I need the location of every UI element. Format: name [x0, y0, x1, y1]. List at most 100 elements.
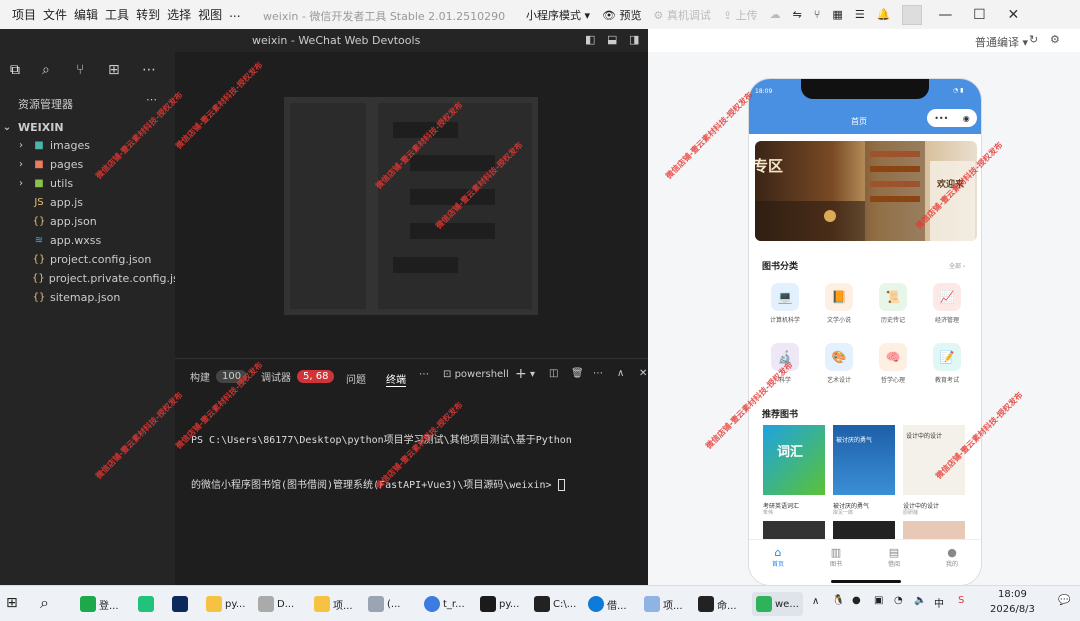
maximize-button[interactable]: ☐ — [968, 7, 990, 23]
close-button[interactable]: ✕ — [1002, 7, 1024, 23]
avatar[interactable] — [902, 4, 923, 25]
tab-mine[interactable]: ● 我的 — [937, 546, 967, 568]
chevron-up-icon[interactable]: ∧ — [617, 368, 624, 379]
tree-item-sitemap[interactable]: {} sitemap.json — [0, 288, 175, 306]
phone-simulator[interactable]: 18:09 ◔ ▮ 首页 ••• ◉ 专区 欢迎来 图书分类 全部 › 💻 计算机科… — [748, 78, 982, 586]
preview-button[interactable]: 👁 预览 — [602, 7, 641, 23]
qq-icon[interactable]: 🐧 — [832, 595, 844, 606]
tree-item-app-json[interactable]: {} app.json — [0, 212, 175, 230]
notification-icon[interactable]: 💬 — [1058, 595, 1070, 606]
taskbar-app[interactable]: (... — [368, 592, 400, 616]
extensions-icon[interactable]: ⊞ — [108, 62, 120, 78]
source-control-icon[interactable]: ⑂ — [76, 62, 84, 78]
book-cover[interactable]: 词汇 — [763, 425, 825, 495]
taskbar-app[interactable]: t_r... — [424, 592, 465, 616]
taskbar-app[interactable]: 借... — [588, 592, 627, 616]
category-economics[interactable]: 📈 经济管理 — [923, 283, 971, 324]
category-literature[interactable]: 📙 文学小说 — [815, 283, 863, 324]
branch-icon[interactable]: ⑂ — [814, 8, 821, 21]
menu-goto[interactable]: 转到 — [136, 6, 160, 23]
tree-item-pages[interactable]: › ■ pages — [0, 155, 175, 173]
more-icon[interactable]: ••• — [934, 114, 948, 123]
tree-item-project-config[interactable]: {} project.config.json — [0, 250, 175, 268]
ime-icon[interactable]: 中 — [934, 595, 944, 610]
menu-view[interactable]: 视图 — [198, 6, 222, 23]
volume-icon[interactable]: 🔈 — [914, 595, 926, 606]
terminal-shell[interactable]: ⊡ powershell — [443, 369, 509, 380]
taskbar-app[interactable]: py... — [206, 592, 245, 616]
upload-button[interactable]: ⇪ 上传 — [723, 7, 758, 23]
explorer-more-icon[interactable]: ⋯ — [146, 93, 157, 106]
menu-select[interactable]: 选择 — [167, 6, 191, 23]
taskbar-app[interactable]: D... — [258, 592, 294, 616]
book-cover[interactable] — [903, 521, 965, 539]
bell-icon[interactable]: 🔔 — [877, 8, 891, 21]
mode-select[interactable]: 小程序模式 ▾ — [526, 7, 590, 23]
menu-file[interactable]: 文件 — [43, 6, 67, 23]
switch-icon[interactable]: ⇋ — [793, 8, 802, 21]
add-terminal-icon[interactable]: + — [515, 366, 527, 382]
refresh-icon[interactable]: ↻ — [1029, 33, 1038, 46]
categories-more-link[interactable]: 全部 › — [949, 261, 965, 270]
tab-terminal[interactable]: 终端 — [386, 371, 406, 387]
book-cover[interactable] — [763, 521, 825, 539]
split-terminal-icon[interactable]: ◫ — [549, 368, 558, 379]
tab-home[interactable]: ⌂ 首页 — [763, 546, 793, 568]
settings-icon[interactable]: ⚙ — [1050, 33, 1060, 46]
trash-icon[interactable]: 🗑 — [571, 368, 584, 379]
tab-problems[interactable]: 问题 — [346, 371, 366, 386]
chevron-down-icon[interactable]: ▾ — [530, 369, 535, 380]
menu-icon[interactable]: ☰ — [855, 8, 865, 21]
capsule-menu[interactable]: ••• ◉ — [927, 109, 977, 127]
split-left-icon[interactable]: ◧ — [585, 33, 595, 46]
tree-item-utils[interactable]: › ■ utils — [0, 174, 175, 192]
more-icon[interactable]: ⋯ — [593, 368, 603, 379]
wps-icon[interactable]: S — [958, 595, 964, 606]
menu-project[interactable]: 项目 — [12, 6, 36, 23]
layout-icon[interactable]: ▦ — [832, 8, 842, 21]
category-computer[interactable]: 💻 计算机科学 — [761, 283, 809, 324]
compile-select[interactable]: 普通编译 ▾ — [975, 34, 1028, 50]
taskbar-app[interactable]: 命... — [698, 592, 737, 616]
tab-borrow[interactable]: ▤ 借阅 — [879, 546, 909, 568]
book-cover[interactable]: 被讨厌的勇气 — [833, 425, 895, 495]
tree-item-project-private-config[interactable]: {} project.private.config.js... — [0, 269, 189, 287]
taskbar-app[interactable] — [138, 592, 154, 616]
minimize-button[interactable]: — — [934, 7, 956, 23]
more-icon[interactable]: ⋯ — [142, 62, 156, 78]
search-icon[interactable]: ⌕ — [40, 593, 49, 613]
search-icon[interactable]: ⌕ — [42, 62, 50, 78]
banner-carousel[interactable]: 专区 欢迎来 — [755, 141, 977, 241]
menu-tools[interactable]: 工具 — [105, 6, 129, 23]
taskbar-app[interactable]: C:\... — [534, 592, 576, 616]
wifi-icon[interactable]: ◔ — [894, 595, 903, 606]
book-cover[interactable] — [833, 521, 895, 539]
clock-time[interactable]: 18:09 — [998, 589, 1027, 600]
tree-item-images[interactable]: › ■ images — [0, 136, 175, 154]
category-philosophy[interactable]: 🧠 哲学心理 — [869, 343, 917, 384]
category-art[interactable]: 🎨 艺术设计 — [815, 343, 863, 384]
taskbar-app[interactable]: 登... — [80, 592, 119, 616]
taskbar-app[interactable] — [172, 592, 188, 616]
chevron-up-icon[interactable]: ∧ — [812, 596, 819, 607]
tab-books[interactable]: ▥ 图书 — [821, 546, 851, 568]
tree-item-app-js[interactable]: JS app.js — [0, 193, 175, 211]
menu-more[interactable]: ... — [229, 6, 240, 23]
files-icon[interactable]: ⧉ — [10, 62, 20, 78]
tab-debugger[interactable]: 调试器 5, 68 — [261, 369, 335, 384]
menu-edit[interactable]: 编辑 — [74, 6, 98, 23]
terminal-output[interactable]: PS C:\Users\86177\Desktop\python项目学习测试\其… — [191, 403, 572, 523]
taskbar-app[interactable]: 项... — [644, 592, 683, 616]
taskbar-app[interactable]: 项... — [314, 592, 353, 616]
taskbar-app[interactable]: py... — [480, 592, 519, 616]
real-debug-button[interactable]: ⚙ 真机调试 — [654, 7, 711, 23]
tree-item-app-wxss[interactable]: ≋ app.wxss — [0, 231, 175, 249]
category-education[interactable]: 📝 教育考试 — [923, 343, 971, 384]
tray-icon[interactable]: ● — [852, 595, 861, 606]
record-icon[interactable]: ◉ — [963, 114, 970, 123]
nvidia-icon[interactable]: ▣ — [874, 595, 883, 606]
category-history[interactable]: 📜 历史传记 — [869, 283, 917, 324]
windows-start-icon[interactable]: ⊞ — [6, 595, 18, 611]
clock-date[interactable]: 2026/8/3 — [990, 604, 1035, 615]
split-bottom-icon[interactable]: ⬓ — [607, 33, 617, 46]
